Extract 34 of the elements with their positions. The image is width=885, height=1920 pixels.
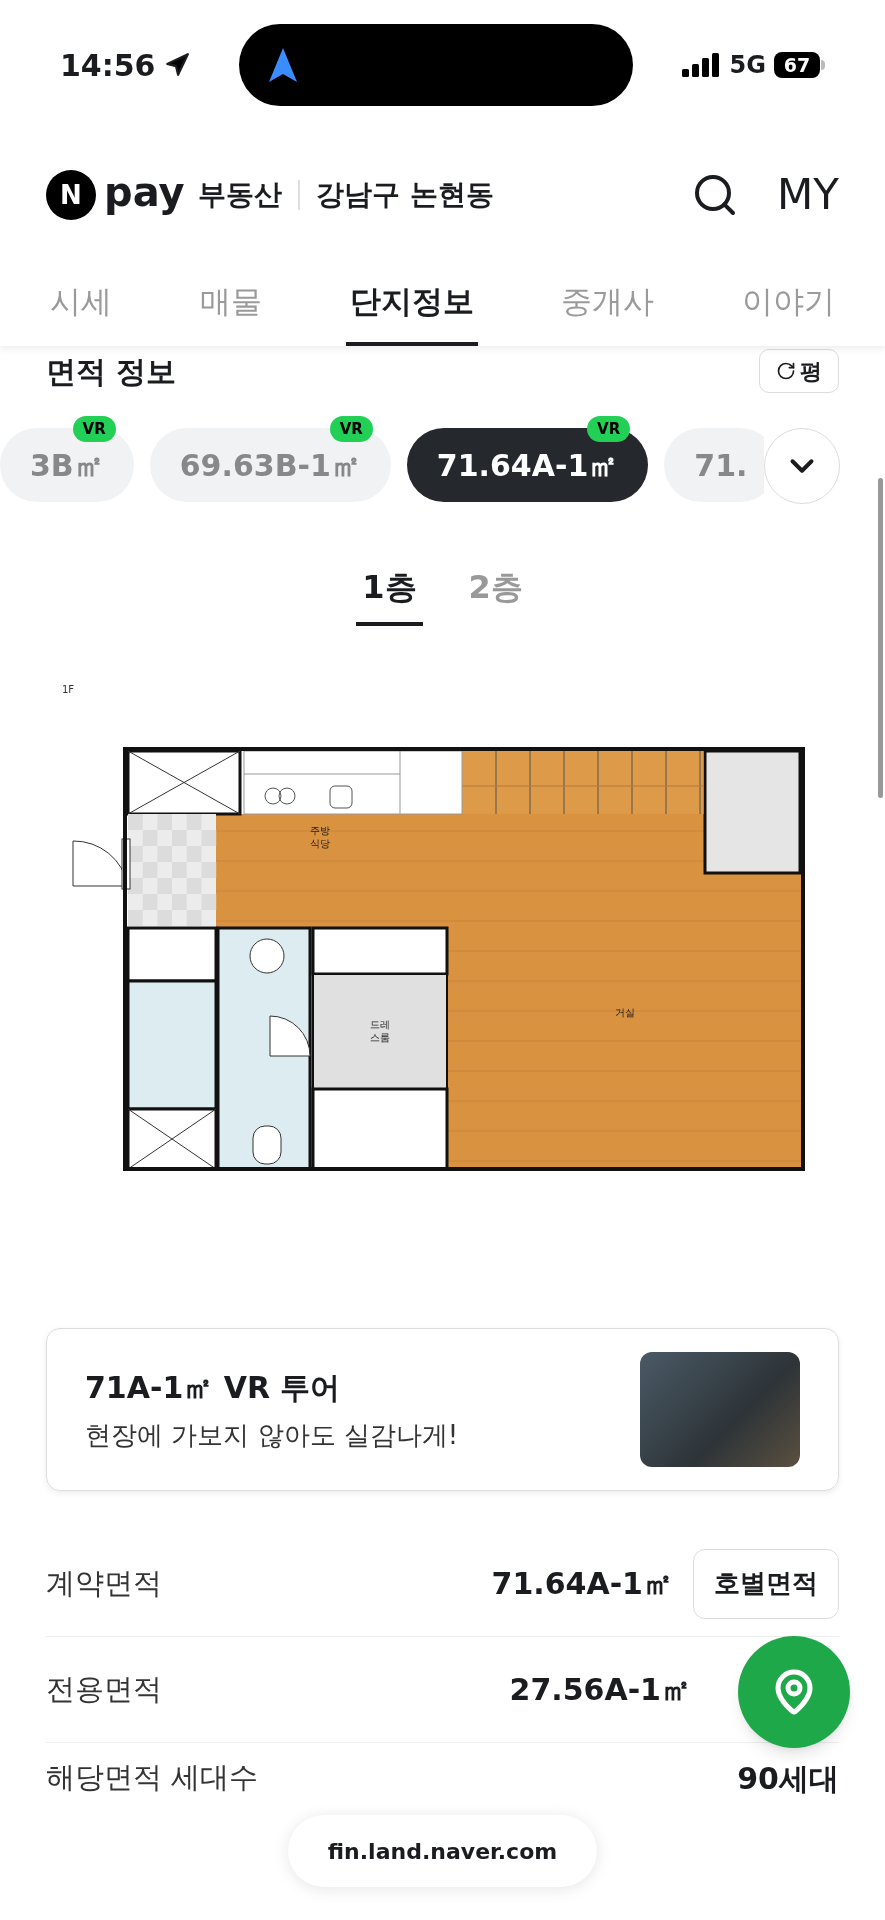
url-bar[interactable]: fin.land.naver.com: [287, 1815, 598, 1887]
status-time: 14:56: [60, 46, 156, 85]
floor-tab[interactable]: 1층: [356, 551, 423, 626]
unit-area-button[interactable]: 호별면적: [693, 1548, 839, 1619]
vr-tour-title: 71A-1㎡ VR 투어: [85, 1368, 342, 1407]
my-page-button[interactable]: MY: [777, 174, 839, 216]
room-label: 주방 식당: [310, 825, 330, 849]
area-value: 71.64A-1㎡: [491, 1565, 673, 1603]
location-arrow-icon: [163, 52, 190, 78]
area-value: 90세대: [737, 1759, 839, 1798]
area-label: 해당면적 세대수: [46, 1759, 259, 1797]
area-value: 27.56A-1㎡: [509, 1671, 691, 1709]
nav-tab[interactable]: 단지정보: [345, 260, 478, 346]
floor-label: 1F: [62, 684, 75, 695]
section-title: 면적 정보: [46, 352, 177, 391]
vr-badge: VR: [72, 416, 116, 442]
unit-toggle-button[interactable]: 평: [759, 349, 839, 393]
vr-badge: VR: [329, 416, 373, 442]
room-label: 드레 스룸: [370, 1019, 390, 1043]
vr-badge: VR: [587, 416, 631, 442]
room-label: 거실: [615, 1007, 635, 1018]
vr-tour-subtitle: 현장에 가보지 않아도 실감나게!: [85, 1418, 459, 1452]
area-label: 계약면적: [46, 1564, 162, 1602]
url-text: fin.land.naver.com: [327, 1837, 558, 1866]
refresh-icon: [776, 361, 796, 381]
navigation-arrow-icon: [268, 48, 297, 82]
location-title: 강남구 논현동: [316, 177, 495, 213]
network-label: 5G: [729, 50, 766, 81]
logo-text: pay: [104, 172, 185, 217]
logo-mark: N: [46, 170, 96, 220]
vr-tour-card[interactable]: 71A-1㎡ VR 투어 현장에 가보지 않아도 실감나게!: [46, 1328, 839, 1491]
area-label: 전용면적: [46, 1670, 162, 1708]
signal-icon: [681, 53, 722, 77]
service-name: 부동산: [198, 177, 283, 213]
